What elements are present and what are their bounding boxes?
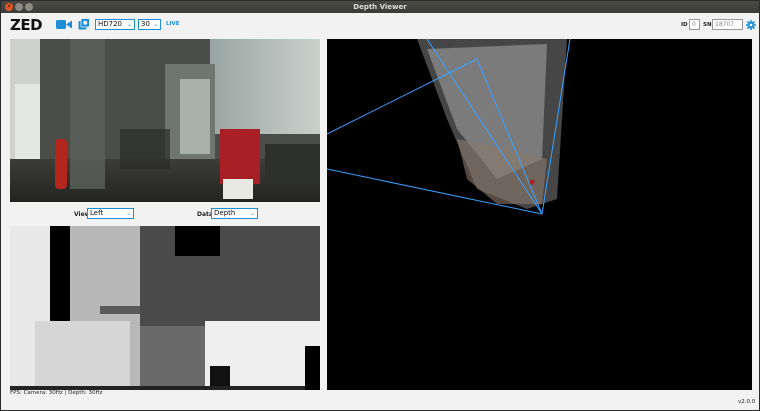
fps-select[interactable]: 30 ⌄ — [138, 19, 161, 30]
depth-viewer-window: × Depth Viewer ZED HD720 ⌄ 30 ⌄ LIVE ID … — [0, 0, 760, 411]
toolbar: ZED HD720 ⌄ 30 ⌄ LIVE ID 0 SN 18707 — [1, 13, 759, 37]
view-value: Left — [90, 209, 104, 217]
chevron-down-icon: ⌄ — [249, 210, 255, 217]
version-label: v2.0.0 — [738, 399, 756, 405]
view-select[interactable]: Left ⌄ — [87, 208, 134, 219]
sn-label: SN — [703, 22, 712, 28]
camera-image — [10, 39, 320, 202]
point-cloud-view — [327, 39, 752, 390]
data-value: Depth — [214, 209, 236, 217]
window-title: Depth Viewer — [353, 3, 407, 11]
chevron-down-icon: ⌄ — [126, 21, 132, 28]
resolution-select[interactable]: HD720 ⌄ — [95, 19, 135, 30]
video-camera-icon[interactable] — [56, 19, 72, 30]
zed-logo: ZED — [10, 16, 43, 34]
id-label: ID — [681, 22, 688, 28]
record-icon[interactable] — [78, 18, 90, 30]
id-field[interactable]: 0 — [689, 19, 700, 30]
live-indicator: LIVE — [166, 21, 180, 27]
chevron-down-icon: ⌄ — [152, 21, 158, 28]
point-cloud-render — [327, 39, 752, 390]
resolution-value: HD720 — [98, 20, 123, 28]
gear-icon[interactable] — [746, 20, 756, 30]
depth-image — [10, 226, 320, 390]
fps-status: FPS: Camera: 30Hz | Depth: 30Hz — [10, 390, 103, 396]
sn-field[interactable]: 18707 — [712, 19, 743, 30]
left-camera-view — [10, 39, 320, 202]
data-select[interactable]: Depth ⌄ — [211, 208, 258, 219]
fps-value: 30 — [141, 20, 150, 28]
depth-map-view — [10, 226, 320, 390]
title-bar: × Depth Viewer — [1, 1, 759, 13]
chevron-down-icon: ⌄ — [125, 210, 131, 217]
